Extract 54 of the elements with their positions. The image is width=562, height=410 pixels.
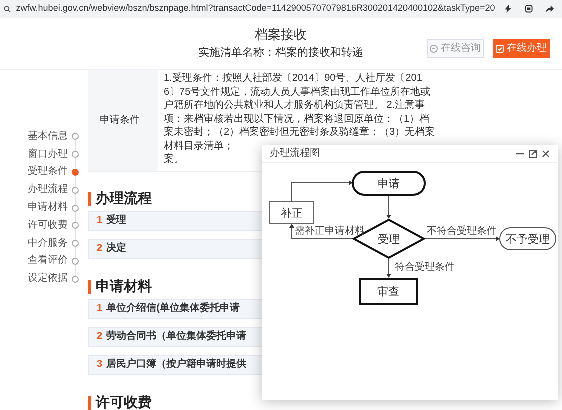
item-number: 1 bbox=[97, 302, 103, 316]
connector-arrow bbox=[290, 224, 294, 240]
section-heading: 申请材料 bbox=[96, 277, 152, 296]
item-title: 受理 bbox=[106, 214, 127, 228]
condition-text: 户籍所在地的公共就业和人才服务机构负责管理。 2.注意事 bbox=[164, 99, 426, 112]
item-number: 2 bbox=[97, 242, 103, 256]
heading-accent-bar bbox=[88, 280, 91, 294]
maximize-icon[interactable] bbox=[529, 150, 537, 158]
nav-link[interactable]: 申请材料 bbox=[28, 203, 68, 214]
flowchart-node: 补正 bbox=[270, 202, 314, 224]
condition-text: 1.受理条件：按照人社部发〔2014〕90号、人社厅发〔201 bbox=[164, 72, 422, 86]
item-number: 3 bbox=[97, 358, 103, 372]
page-title: 档案接收 bbox=[255, 27, 307, 43]
heading-accent-bar bbox=[88, 396, 91, 410]
row-label: 申请条件 bbox=[100, 114, 140, 128]
edge-label: 不符合受理条件 bbox=[427, 226, 497, 237]
flowchart-node: 申请 bbox=[352, 171, 426, 196]
checkbox-icon bbox=[496, 44, 504, 52]
nav-link[interactable]: 基本信息 bbox=[28, 132, 68, 142]
nav-link[interactable]: 窗口办理 bbox=[28, 150, 68, 160]
item-title: 居民户口簿（按户籍申请时提供 bbox=[106, 357, 247, 372]
square-icon[interactable] bbox=[524, 4, 533, 14]
condition-text: 案未密封；（2）档案密封但无密封条及骑缝章；（3）无档案 bbox=[164, 126, 436, 140]
nav-link[interactable]: 查看评价 bbox=[28, 256, 68, 266]
bolt-icon[interactable] bbox=[505, 4, 512, 14]
nav-link[interactable]: 许可收费 bbox=[28, 220, 68, 231]
page-subtitle: 实施清单名称：档案的接收和转递 bbox=[198, 47, 364, 60]
item-number: 1 bbox=[97, 214, 103, 228]
flowchart-node: 不予受理 bbox=[500, 228, 556, 250]
connector-line bbox=[292, 238, 354, 240]
close-icon[interactable] bbox=[542, 150, 550, 158]
section-heading: 许可收费 bbox=[96, 393, 152, 410]
item-title: 劳动合同书（单位集体委托申请 bbox=[106, 329, 247, 344]
dialog-title: 办理流程图 bbox=[270, 146, 320, 161]
condition-text: 案。 bbox=[164, 153, 184, 166]
item-number: 2 bbox=[97, 330, 103, 344]
item-title: 决定 bbox=[106, 241, 127, 256]
condition-text: 材料目录清单； bbox=[164, 140, 234, 153]
section-heading: 办理流程 bbox=[96, 189, 152, 208]
condition-text: 项：来档审核若出现以下情况，档案将退回原单位：（1）档 bbox=[164, 112, 430, 126]
item-title: 单位介绍信(单位集体委托申请 bbox=[106, 301, 240, 316]
flowchart-node: 审查 bbox=[359, 278, 418, 305]
nav-link[interactable]: 受理条件 bbox=[28, 167, 68, 178]
nav-link[interactable]: 中介服务 bbox=[28, 238, 68, 249]
heading-accent-bar bbox=[88, 192, 91, 206]
share-arrow-icon[interactable] bbox=[546, 4, 554, 14]
condition-text: 6〕75号文件规定，流动人员人事档案由现工作单位所在地或 bbox=[164, 86, 431, 99]
nav-link[interactable]: 设定依据 bbox=[28, 274, 68, 284]
search-icon bbox=[4, 4, 12, 14]
connector-arrow bbox=[386, 258, 392, 278]
edge-label: 符合受理条件 bbox=[395, 262, 455, 273]
connector-arrow bbox=[292, 180, 353, 202]
connector-arrow bbox=[386, 194, 392, 219]
nav-link[interactable]: 办理流程 bbox=[28, 185, 68, 196]
